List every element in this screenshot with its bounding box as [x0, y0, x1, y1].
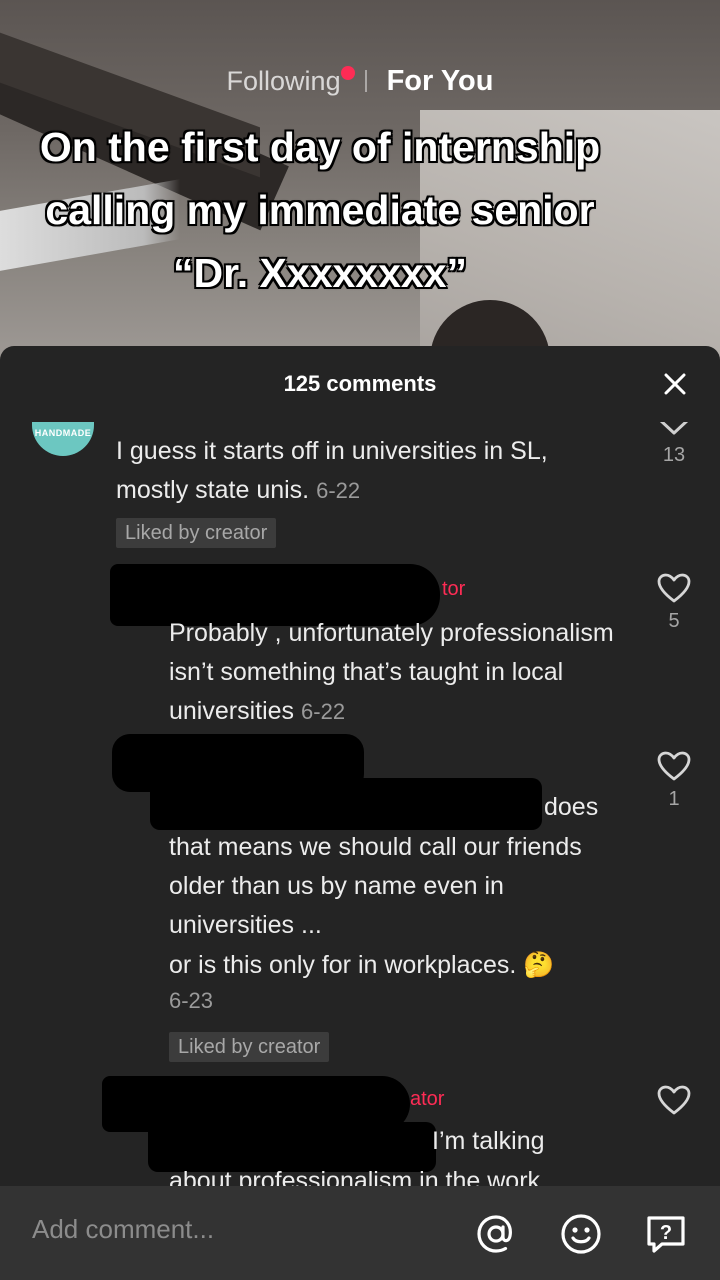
creator-tag: tor [442, 578, 466, 600]
tab-following[interactable]: Following [226, 65, 355, 97]
comments-header: 125 comments [0, 346, 720, 422]
comment-body-last-line: or is this only for in workplaces. 🤔 [169, 951, 555, 979]
heart-icon[interactable] [656, 1084, 692, 1116]
video-caption: On the first day of internship calling m… [39, 123, 601, 297]
like-column[interactable]: 1 [654, 750, 694, 811]
close-icon[interactable] [662, 371, 688, 397]
comment-date: 6-22 [316, 478, 361, 503]
heart-icon[interactable] [656, 750, 692, 782]
heart-icon[interactable] [656, 572, 692, 604]
top-feed-nav: Following For You [0, 58, 720, 104]
comment-date: 6-22 [301, 699, 346, 724]
comment-date: 6-23 [169, 988, 214, 1013]
avatar-brand-text: HANDMADE [34, 428, 92, 438]
like-count: 13 [662, 444, 686, 466]
comments-list[interactable]: HANDMADE I guess it starts off in univer… [0, 422, 720, 1186]
liked-by-creator-badge: Liked by creator [116, 518, 277, 548]
comments-sheet: 125 comments HANDMADE I guess it starts … [0, 346, 720, 1280]
comment-text: Probably , unfortunately professionalism… [169, 614, 639, 731]
question-icon[interactable]: ? [644, 1212, 688, 1256]
comment-body-cut-line: about professionalism in the work [169, 1167, 541, 1186]
like-column[interactable]: 13 [654, 422, 694, 467]
tab-divider [364, 70, 367, 92]
comment-text: I guess it starts off in universities in… [116, 432, 616, 510]
comment-body: I’m talking [432, 1127, 545, 1155]
at-icon[interactable] [474, 1212, 518, 1256]
liked-by-creator-badge: Liked by creator [169, 1032, 330, 1062]
like-column[interactable]: 5 [654, 572, 694, 633]
redacted-reply-mention [150, 778, 542, 830]
tab-following-label: Following [226, 65, 341, 96]
like-count: 1 [668, 788, 680, 810]
like-count: 5 [668, 610, 680, 632]
avatar[interactable]: HANDMADE [32, 422, 94, 456]
tab-for-you[interactable]: For You [387, 65, 494, 98]
notification-dot [340, 65, 355, 80]
comment-body: that means we should call our friends ol… [169, 833, 582, 939]
add-comment-input[interactable] [32, 1214, 432, 1245]
chevron-down-icon[interactable] [657, 422, 691, 438]
svg-text:?: ? [660, 1222, 672, 1244]
comment-count: 125 comments [283, 371, 437, 396]
like-column[interactable] [654, 1084, 694, 1116]
comment-text-first-line: does [544, 793, 599, 821]
comment-input-bar: ? [0, 1186, 720, 1280]
creator-tag: ator [410, 1088, 445, 1110]
emoji-icon[interactable] [559, 1212, 603, 1256]
comment-body: Probably , unfortunately professionalism… [169, 619, 614, 725]
